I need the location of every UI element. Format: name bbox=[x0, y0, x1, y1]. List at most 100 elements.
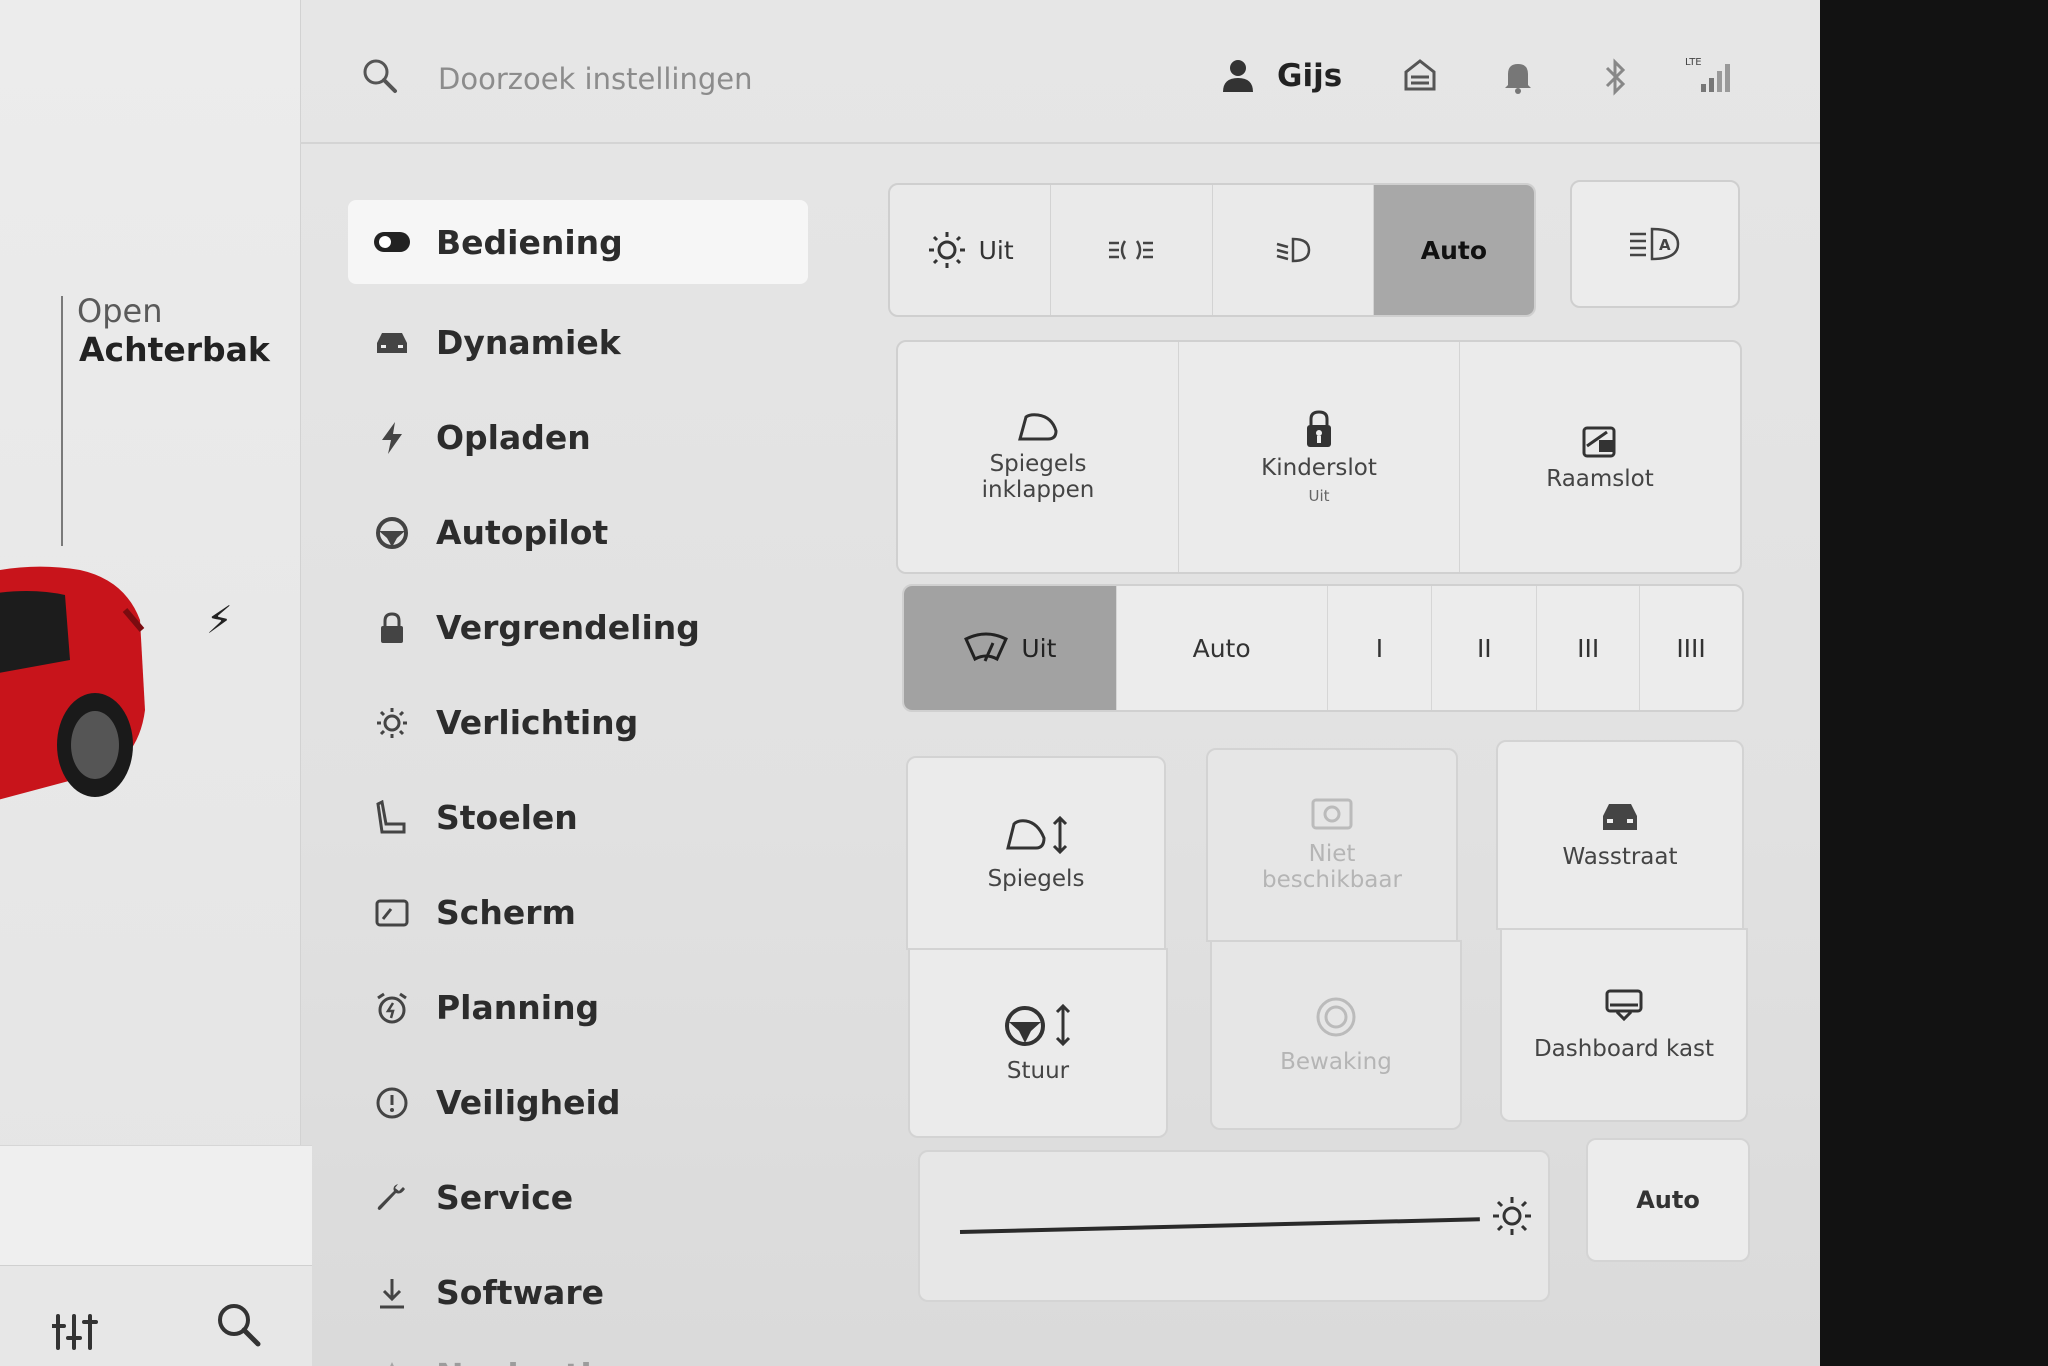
headlight-mode-selector: Uit Auto bbox=[888, 183, 1536, 317]
nav-item-scherm[interactable]: Scherm bbox=[348, 865, 808, 960]
nav-label: Autopilot bbox=[436, 513, 609, 552]
wipers-off-label: Uit bbox=[1021, 633, 1057, 663]
adjust-steering-label: Stuur bbox=[1006, 1058, 1070, 1084]
car-panel: Open Achterbak ⚡ bbox=[0, 0, 312, 1366]
brightness-auto-label: Auto bbox=[1636, 1186, 1700, 1214]
steering-wheel-icon bbox=[362, 516, 422, 550]
fold-mirrors-button[interactable]: Spiegels inklappen bbox=[898, 342, 1179, 572]
svg-text:A: A bbox=[1659, 236, 1671, 254]
notification-bell-icon[interactable] bbox=[1503, 60, 1533, 94]
screen-bezel bbox=[1820, 0, 2048, 1366]
bolt-icon bbox=[362, 421, 422, 455]
nav-label: Stoelen bbox=[436, 798, 578, 837]
car-image bbox=[0, 566, 145, 800]
adjust-mirrors-button[interactable]: Spiegels bbox=[906, 756, 1166, 950]
lights-auto-button[interactable]: Auto bbox=[1373, 185, 1534, 315]
nav-label: Vergrendeling bbox=[436, 608, 700, 647]
adjust-steering-button[interactable]: Stuur bbox=[908, 948, 1168, 1138]
seat-icon bbox=[362, 799, 422, 836]
controls-icon[interactable] bbox=[52, 1312, 98, 1352]
parking-lights-button[interactable] bbox=[1051, 185, 1213, 315]
child-lock-icon bbox=[1307, 410, 1331, 447]
car-wash-icon bbox=[1603, 804, 1637, 830]
quick-controls-row: Spiegels inklappen Kinderslot Uit Raamsl… bbox=[896, 340, 1742, 574]
bluetooth-icon[interactable] bbox=[1603, 58, 1629, 96]
wiper-speed-3-button[interactable]: III bbox=[1537, 586, 1641, 710]
trunk-open-label[interactable]: Open bbox=[77, 292, 162, 330]
wiper-speed-label: III bbox=[1577, 633, 1600, 663]
nav-item-autopilot[interactable]: Autopilot bbox=[348, 485, 808, 580]
wiper-speed-4-button[interactable]: IIII bbox=[1640, 586, 1742, 710]
settings-search-input[interactable]: Doorzoek instellingen bbox=[438, 62, 753, 96]
car-wash-label: Wasstraat bbox=[1562, 844, 1678, 870]
car-wash-button[interactable]: Wasstraat bbox=[1496, 740, 1744, 930]
brightness-slider[interactable] bbox=[918, 1150, 1550, 1302]
nav-label: Bediening bbox=[436, 222, 623, 262]
nav-item-software[interactable]: Software bbox=[348, 1245, 808, 1340]
lock-icon bbox=[362, 611, 422, 645]
nav-item-vergrendeling[interactable]: Vergrendeling bbox=[348, 580, 808, 675]
nav-label: Planning bbox=[436, 988, 600, 1027]
search-icon[interactable] bbox=[362, 58, 398, 94]
child-lock-button[interactable]: Kinderslot Uit bbox=[1179, 342, 1460, 572]
low-beam-button[interactable] bbox=[1213, 185, 1374, 315]
nav-item-service[interactable]: Service bbox=[348, 1150, 808, 1245]
alarm-icon bbox=[362, 991, 422, 1025]
wiper-speed-1-button[interactable]: I bbox=[1328, 586, 1433, 710]
car-icon bbox=[362, 329, 422, 357]
nav-item-opladen[interactable]: Opladen bbox=[348, 390, 808, 485]
brightness-auto-button[interactable]: Auto bbox=[1586, 1138, 1750, 1262]
auto-high-beam-icon: A bbox=[1630, 227, 1680, 261]
profile-name[interactable]: Gijs bbox=[1277, 58, 1342, 94]
nav-item-dynamiek[interactable]: Dynamiek bbox=[348, 295, 808, 390]
window-lock-button[interactable]: Raamslot bbox=[1460, 342, 1740, 572]
nav-label: Opladen bbox=[436, 418, 591, 457]
fold-mirrors-label: Spiegels inklappen bbox=[981, 451, 1095, 503]
trunk-pointer-line bbox=[61, 296, 63, 546]
nav-item-planning[interactable]: Planning bbox=[348, 960, 808, 1055]
wipers-off-button[interactable]: Uit bbox=[904, 586, 1117, 710]
nav-label: Veiligheid bbox=[436, 1083, 621, 1122]
cellular-signal-icon: LTE bbox=[1685, 57, 1730, 92]
nav-item-stoelen[interactable]: Stoelen bbox=[348, 770, 808, 865]
auto-high-beam-button[interactable]: A bbox=[1570, 180, 1740, 308]
search-icon[interactable] bbox=[216, 1302, 262, 1348]
toggle-icon bbox=[362, 231, 422, 253]
unavailable-button: Niet beschikbaar bbox=[1206, 748, 1458, 942]
unavailable-label: Niet beschikbaar bbox=[1262, 841, 1402, 893]
nav-item-navigatie[interactable]: Navigatie bbox=[348, 1340, 808, 1366]
low-beam-icon bbox=[1276, 237, 1310, 263]
wipers-auto-button[interactable]: Auto bbox=[1117, 586, 1328, 710]
wiper-speed-label: I bbox=[1375, 633, 1384, 663]
sun-icon bbox=[928, 232, 965, 268]
glovebox-label: Dashboard kast bbox=[1533, 1036, 1715, 1062]
sun-icon bbox=[362, 706, 422, 740]
nav-item-veiligheid[interactable]: Veiligheid bbox=[348, 1055, 808, 1150]
wiper-speed-label: II bbox=[1476, 633, 1492, 663]
homelink-icon[interactable] bbox=[1403, 58, 1437, 92]
nav-label: Verlichting bbox=[436, 703, 639, 742]
trunk-name[interactable]: Achterbak bbox=[79, 330, 270, 369]
nav-label: Scherm bbox=[436, 893, 576, 932]
mirror-adjust-icon bbox=[1006, 815, 1068, 855]
wipers-auto-label: Auto bbox=[1192, 633, 1251, 663]
charge-port-icon[interactable]: ⚡ bbox=[206, 598, 233, 642]
sentry-label: Bewaking bbox=[1280, 1049, 1392, 1075]
wrench-icon bbox=[362, 1181, 422, 1215]
brightness-track[interactable] bbox=[959, 1217, 1480, 1234]
steering-adjust-icon bbox=[1005, 1003, 1071, 1047]
adjust-grid: Spiegels Stuur Niet beschikbaar Bewaking… bbox=[906, 740, 1748, 1150]
glovebox-button[interactable]: Dashboard kast bbox=[1500, 928, 1748, 1122]
navigation-icon bbox=[362, 1360, 422, 1366]
download-icon bbox=[362, 1276, 422, 1310]
lights-off-button[interactable]: Uit bbox=[890, 185, 1052, 315]
mirror-icon bbox=[1018, 413, 1058, 441]
nav-label: Dynamiek bbox=[436, 323, 621, 362]
sentry-button: Bewaking bbox=[1210, 940, 1462, 1130]
profile-icon[interactable] bbox=[1220, 58, 1256, 94]
nav-item-verlichting[interactable]: Verlichting bbox=[348, 675, 808, 770]
wiper-speed-2-button[interactable]: II bbox=[1432, 586, 1538, 710]
nav-item-bediening[interactable]: Bediening bbox=[348, 200, 808, 284]
display-icon bbox=[362, 899, 422, 927]
touchscreen: Open Achterbak ⚡ Doorzoek instellingen G… bbox=[0, 0, 1820, 1366]
